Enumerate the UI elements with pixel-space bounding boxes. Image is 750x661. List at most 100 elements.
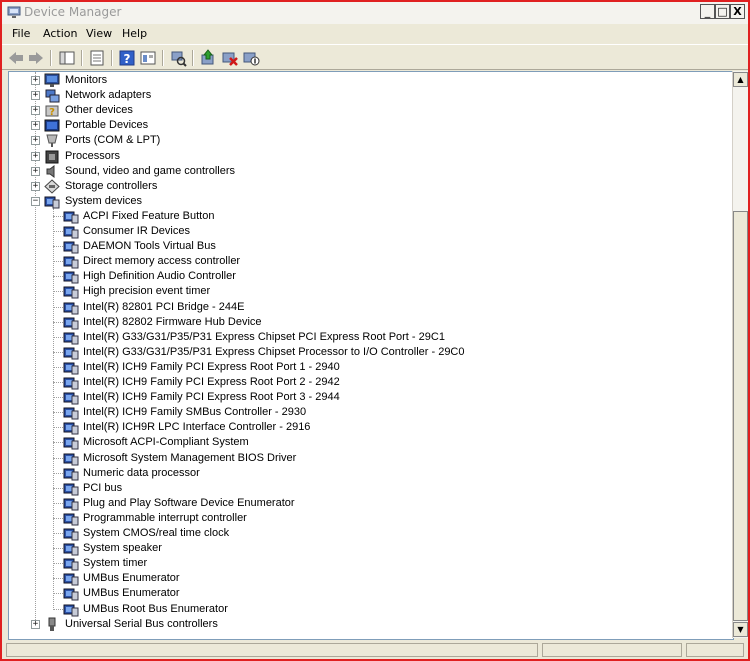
tree-item-label: UMBus Enumerator [83,572,180,584]
tree-device-item[interactable]: UMBus Root Bus Enumerator [9,602,729,617]
tree-device-item[interactable]: System timer [9,556,729,571]
tree-device-item[interactable]: Intel(R) 82801 PCI Bridge - 244E [9,300,729,315]
tree-device-item[interactable]: Programmable interrupt controller [9,511,729,526]
tree-device-item[interactable]: Consumer IR Devices [9,224,729,239]
tree-device-item[interactable]: DAEMON Tools Virtual Bus [9,239,729,254]
device-tree[interactable]: + Monitors + Network adapters +? Other device… [8,71,734,640]
tree-category[interactable]: Processors [9,149,729,164]
tree-device-item[interactable]: Intel(R) ICH9 Family PCI Express Root Po… [9,360,729,375]
tree-category-expanded[interactable]: System devices [9,194,729,209]
properties-icon[interactable] [88,49,106,67]
menu-file[interactable]: File [12,27,30,40]
minimize-button[interactable]: _ [700,4,715,19]
help-icon[interactable]: ? [118,49,136,67]
tree-category[interactable]: Portable Devices [9,118,729,133]
tree-device-item[interactable]: Numeric data processor [9,466,729,481]
tree-category[interactable]: Universal Serial Bus controllers [9,617,729,632]
system-device-icon [63,392,79,405]
disable-icon[interactable] [242,49,260,67]
title-bar[interactable]: Device Manager _ □ X [2,2,748,25]
tree-device-item[interactable]: System CMOS/real time clock [9,526,729,541]
tree-item-label: Sound, video and game controllers [65,165,235,177]
system-device-icon [63,256,79,269]
tree-device-item[interactable]: Microsoft System Management BIOS Driver [9,451,729,466]
scroll-up-button[interactable]: ▲ [733,72,748,87]
tree-device-item[interactable]: Intel(R) G33/G31/P35/P31 Express Chipset… [9,345,729,360]
tree-item-label: Intel(R) 82801 PCI Bridge - 244E [83,301,245,313]
tree-device-item[interactable]: Intel(R) G33/G31/P35/P31 Express Chipset… [9,330,729,345]
svg-text:?: ? [124,52,131,66]
status-bar [2,640,748,659]
tree-device-item[interactable]: PCI bus [9,481,729,496]
system-device-icon [63,453,79,466]
maximize-button[interactable]: □ [715,4,730,19]
scan-hardware-icon[interactable] [169,49,187,67]
tree-item-label: Intel(R) G33/G31/P35/P31 Express Chipset… [83,331,445,343]
tree-category[interactable]: Network adapters [9,88,729,103]
uninstall-icon[interactable] [221,49,239,67]
tree-item-label: Network adapters [65,89,152,101]
system-device-icon [63,211,79,224]
scroll-down-button[interactable]: ▼ [733,622,748,637]
tree-category[interactable]: Monitors [9,73,729,88]
device-manager-window: Device Manager _ □ X File Action View He… [0,0,750,661]
tree-device-item[interactable]: ACPI Fixed Feature Button [9,209,729,224]
tree-device-item[interactable]: UMBus Enumerator [9,586,729,601]
system-device-icon [63,302,79,315]
tree-category[interactable]: ? Other devices [9,103,729,118]
tree-device-item[interactable]: High precision event timer [9,284,729,299]
tree-item-label: Direct memory access controller [83,255,241,267]
tree-device-item[interactable]: System speaker [9,541,729,556]
tree-item-label: UMBus Root Bus Enumerator [83,603,228,615]
tree-device-item[interactable]: High Definition Audio Controller [9,269,729,284]
storage-controller-icon [44,179,60,194]
tree-item-label: Intel(R) ICH9 Family PCI Express Root Po… [83,361,340,373]
tree-device-item[interactable]: Intel(R) ICH9 Family SMBus Controller - … [9,405,729,420]
tree-item-label: High Definition Audio Controller [83,270,236,282]
back-icon[interactable] [7,49,25,67]
svg-text:?: ? [49,107,55,118]
system-device-icon [63,332,79,345]
scrollbar-thumb[interactable] [733,211,748,621]
show-hide-console-tree-icon[interactable] [58,49,76,67]
system-device-icon [63,286,79,299]
menu-help[interactable]: Help [122,27,147,40]
tree-category[interactable]: Sound, video and game controllers [9,164,729,179]
tree-device-item[interactable]: Intel(R) ICH9 Family PCI Express Root Po… [9,375,729,390]
usb-icon [48,617,56,631]
system-device-icon [63,271,79,284]
tree-item-label: ACPI Fixed Feature Button [83,210,215,222]
processor-icon [45,150,59,164]
toolbar: ? [2,44,748,70]
tree-device-item[interactable]: Intel(R) 82802 Firmware Hub Device [9,315,729,330]
system-device-icon [63,513,79,526]
tree-device-item[interactable]: Intel(R) ICH9R LPC Interface Controller … [9,420,729,435]
update-driver-icon[interactable] [199,49,217,67]
status-pane-secondary [542,643,682,657]
portable-device-icon [44,119,60,132]
tree-device-item[interactable]: UMBus Enumerator [9,571,729,586]
tree-device-item[interactable]: Plug and Play Software Device Enumerator [9,496,729,511]
close-button[interactable]: X [730,4,745,19]
tree-device-item[interactable]: Microsoft ACPI-Compliant System [9,435,729,450]
system-device-icon [63,483,79,496]
menu-action[interactable]: Action [43,27,77,40]
tree-device-item[interactable]: Intel(R) ICH9 Family PCI Express Root Po… [9,390,729,405]
tree-item-label: Storage controllers [65,180,158,192]
tree-item-label: High precision event timer [83,285,211,297]
tree-item-label: Microsoft ACPI-Compliant System [83,436,249,448]
system-device-icon [63,543,79,556]
menu-bar: File Action View Help [2,24,748,44]
system-device-icon [63,588,79,601]
tree-device-item[interactable]: Direct memory access controller [9,254,729,269]
forward-icon[interactable] [27,49,45,67]
port-icon [46,134,58,147]
system-device-icon [63,226,79,239]
system-device-icon [63,241,79,254]
tree-category[interactable]: Ports (COM & LPT) [9,133,729,148]
menu-view[interactable]: View [86,27,112,40]
vertical-scrollbar[interactable]: ▲ ▼ [732,71,748,638]
view-icon[interactable] [139,49,157,67]
system-device-icon [63,528,79,541]
tree-category[interactable]: Storage controllers [9,179,729,194]
